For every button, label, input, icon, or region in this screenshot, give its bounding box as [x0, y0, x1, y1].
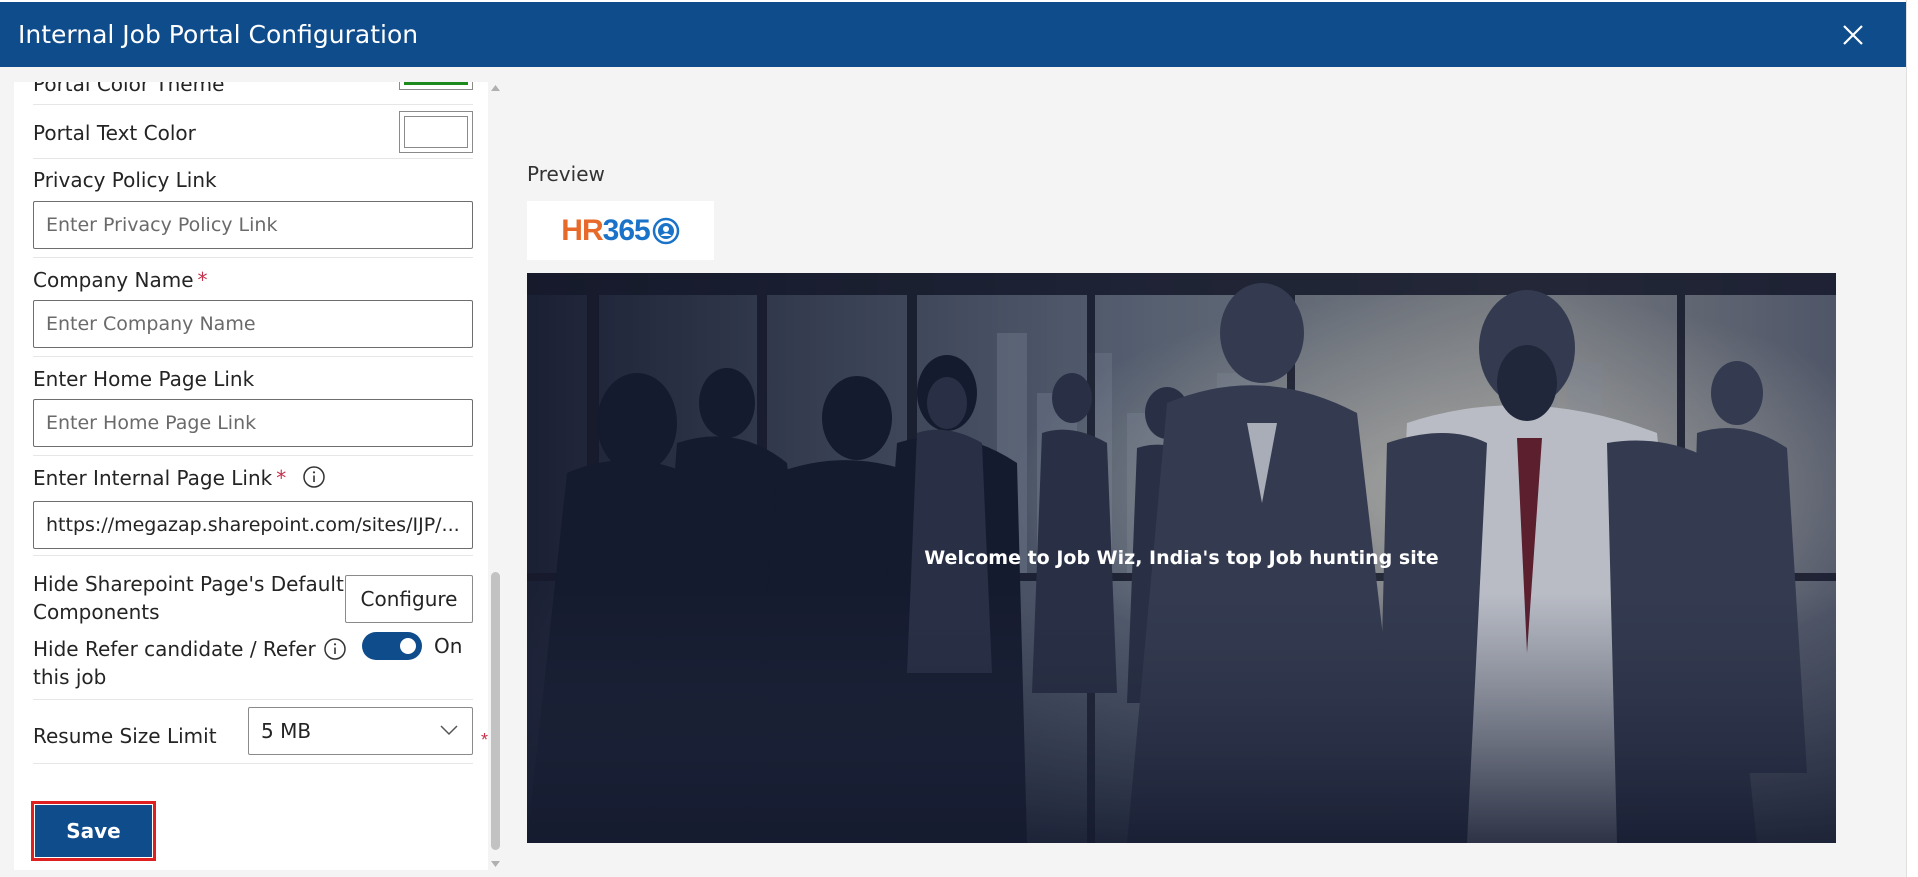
hide-refer-label-line2: this job: [33, 665, 107, 689]
hide-refer-label-line1: Hide Refer candidate / Refer: [33, 637, 316, 661]
internal-page-label-text: Enter Internal Page Link: [33, 466, 273, 490]
dialog-header: Internal Job Portal Configuration: [0, 2, 1906, 67]
hide-refer-label: Hide Refer candidate / Refer this job: [33, 635, 316, 691]
scroll-thumb[interactable]: [491, 572, 500, 850]
resume-size-required: *: [481, 730, 489, 750]
internal-page-input[interactable]: [33, 501, 473, 549]
window-edge: [1906, 0, 1918, 877]
logo-person-icon: [652, 217, 679, 244]
settings-scrollbar[interactable]: [488, 82, 503, 870]
scroll-down-arrow-icon[interactable]: [491, 861, 500, 868]
resume-size-row: Resume Size Limit 5 MB: [33, 700, 473, 764]
resume-size-dropdown[interactable]: 5 MB: [248, 707, 473, 755]
close-icon[interactable]: [1840, 22, 1866, 48]
hide-default-label-line1: Hide Sharepoint Page's Default: [33, 572, 344, 596]
dialog-body: Portal Color Theme Portal Text Color Pri…: [0, 67, 1906, 877]
home-page-input[interactable]: [33, 399, 473, 447]
hide-refer-toggle[interactable]: [362, 632, 422, 660]
save-button[interactable]: Save: [35, 805, 152, 857]
color-theme-swatch[interactable]: [399, 82, 473, 90]
portal-logo: HR365: [527, 201, 714, 260]
hide-default-label-line2: Components: [33, 600, 160, 624]
text-color-swatch[interactable]: [399, 111, 473, 153]
preview-banner-image: Welcome to Job Wiz, India's top Job hunt…: [527, 273, 1836, 843]
hide-refer-row: Hide Refer candidate / Refer this job On: [33, 626, 473, 700]
logo-365: 365: [602, 213, 651, 247]
company-name-row: Company Name *: [33, 258, 473, 357]
info-icon[interactable]: [302, 465, 326, 489]
settings-panel[interactable]: Portal Color Theme Portal Text Color Pri…: [14, 82, 488, 870]
text-color-label: Portal Text Color: [33, 121, 196, 145]
home-page-label: Enter Home Page Link: [33, 367, 255, 391]
info-icon[interactable]: [323, 637, 347, 661]
home-page-row: Enter Home Page Link: [33, 357, 473, 456]
privacy-policy-label: Privacy Policy Link: [33, 168, 217, 192]
internal-page-row: Enter Internal Page Link *: [33, 456, 473, 556]
configure-button[interactable]: Configure: [345, 575, 473, 623]
internal-page-label: Enter Internal Page Link *: [33, 466, 286, 490]
privacy-policy-row: Privacy Policy Link: [33, 159, 473, 258]
toggle-state-label: On: [434, 634, 463, 658]
company-name-label-text: Company Name: [33, 268, 194, 292]
dialog-title: Internal Job Portal Configuration: [18, 20, 419, 49]
company-name-input[interactable]: [33, 300, 473, 348]
banner-welcome-text: Welcome to Job Wiz, India's top Job hunt…: [924, 547, 1439, 569]
scroll-up-arrow-icon[interactable]: [491, 84, 500, 91]
text-color-row: Portal Text Color: [33, 105, 473, 159]
required-asterisk: *: [197, 268, 208, 292]
color-theme-row: Portal Color Theme: [33, 82, 473, 105]
privacy-policy-input[interactable]: [33, 201, 473, 249]
required-asterisk: *: [276, 466, 287, 490]
color-theme-swatch-fill: [404, 82, 468, 85]
hide-default-row: Hide Sharepoint Page's Default Components…: [33, 556, 473, 626]
company-name-label: Company Name *: [33, 268, 208, 292]
resume-size-value: 5 MB: [261, 719, 312, 743]
resume-size-label: Resume Size Limit: [33, 724, 217, 748]
hide-default-label: Hide Sharepoint Page's Default Components: [33, 570, 344, 626]
preview-label: Preview: [527, 162, 605, 186]
color-theme-label: Portal Color Theme: [33, 82, 225, 96]
chevron-down-icon: [440, 725, 458, 736]
text-color-swatch-fill: [404, 116, 468, 148]
logo-text: HR365: [561, 213, 651, 248]
logo-hr: HR: [561, 213, 603, 247]
toggle-knob: [400, 638, 416, 654]
